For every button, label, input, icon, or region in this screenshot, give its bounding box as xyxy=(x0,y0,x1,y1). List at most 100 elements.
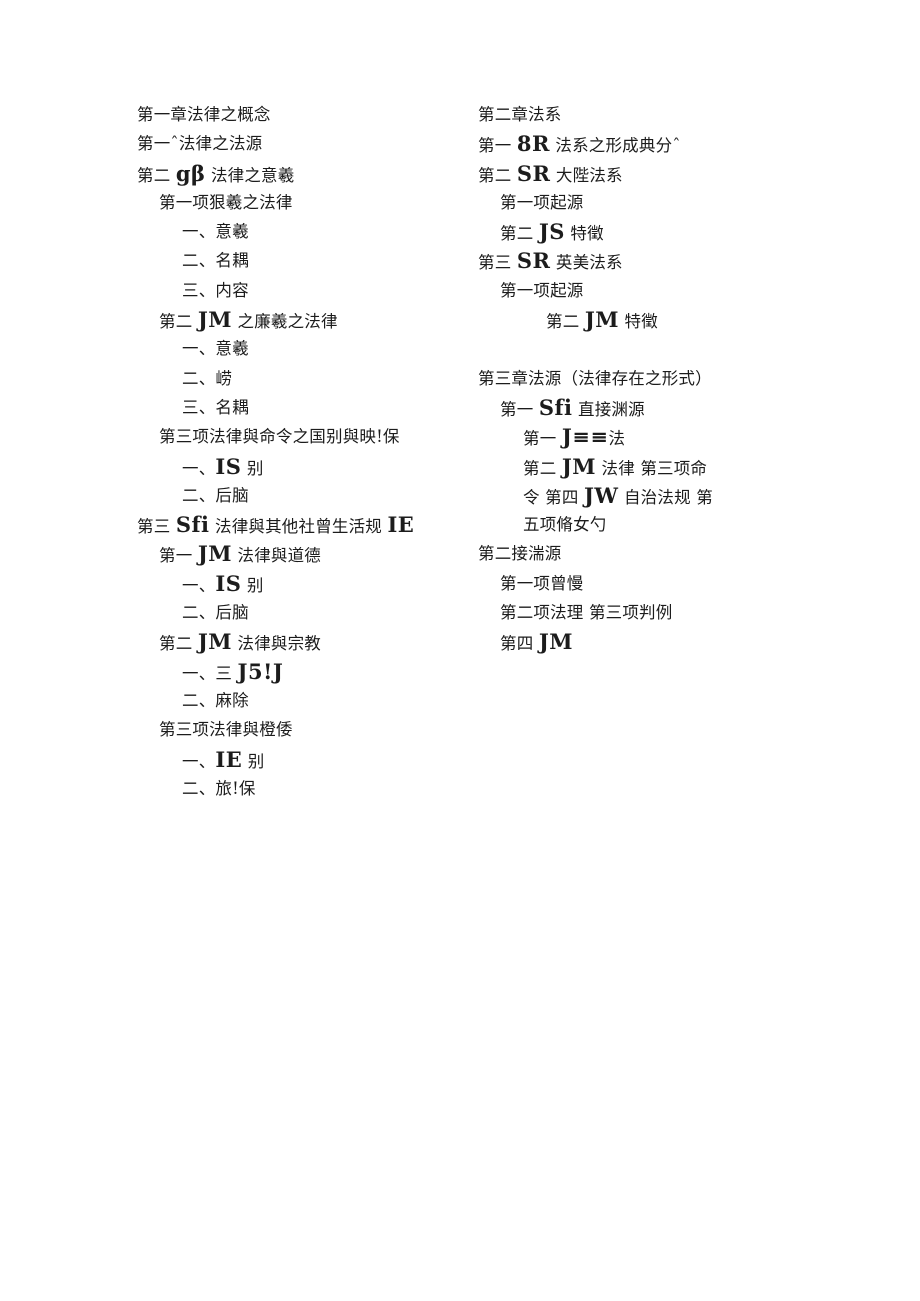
toc-line: 第二 SR 大陛法系 xyxy=(478,159,808,188)
toc-line: 二、名耦 xyxy=(137,246,467,275)
toc-line-prefix: 第一 xyxy=(523,429,562,449)
toc-line: 三、名耦 xyxy=(137,393,467,422)
toc-line: 五项脩女勺 xyxy=(478,510,808,539)
toc-line-text: 第三章法源（法律存在之形式） xyxy=(478,368,712,388)
toc-line-suffix: 法律與其他社曾生活规 xyxy=(209,517,388,537)
toc-line: 三、内容 xyxy=(137,276,467,305)
toc-line-suffix: 特徵 xyxy=(564,224,604,244)
toc-line-prefix: 第二 xyxy=(478,165,517,185)
toc-line-emphasis: JM xyxy=(538,629,574,655)
toc-line-text: 三、名耦 xyxy=(182,397,249,417)
toc-line-emphasis-2: IE xyxy=(387,512,415,538)
toc-line-text: 第二项法理 第三项判例 xyxy=(500,603,673,623)
toc-line: 二、麻除 xyxy=(137,686,467,715)
toc-line-text: 二、崂 xyxy=(182,368,233,388)
toc-line-emphasis: JM xyxy=(561,453,597,479)
toc-line-suffix: 法律之意羲 xyxy=(205,165,295,185)
toc-line-text: 一、意羲 xyxy=(182,222,249,242)
document-page: 第一章法律之概念 第一ˆ法律之法源 第二 gβ 法律之意羲 第一项狠羲之法律 一、意羲二… xyxy=(0,0,920,1301)
toc-line: 第三 SR 英美法系 xyxy=(478,246,808,275)
toc-line-suffix: 法律與宗教 xyxy=(232,634,321,654)
toc-line-emphasis: Sfi xyxy=(538,394,573,420)
toc-line: 第一 JM 法律與道德 xyxy=(137,539,467,568)
toc-line: 第二 JM 法律與宗教 xyxy=(137,627,467,656)
toc-line: 第二 gβ 法律之意羲 xyxy=(137,159,467,188)
toc-line: 第一 J≡≡法 xyxy=(478,422,808,451)
toc-line-prefix: 第四 xyxy=(500,634,539,654)
toc-line-emphasis: IE xyxy=(215,746,243,772)
toc-line-prefix: 第一 xyxy=(159,546,198,566)
toc-line-emphasis: JM xyxy=(197,307,233,333)
toc-line-text: 一、意羲 xyxy=(182,339,249,359)
toc-line-emphasis: 8R xyxy=(516,131,550,157)
toc-line-emphasis: SR xyxy=(516,248,551,274)
toc-line-text: 第一项起源 xyxy=(500,280,584,300)
toc-line-suffix: 特徵 xyxy=(619,312,658,332)
toc-line: 第三项法律與命令之国别與映!保 xyxy=(137,422,467,451)
toc-line-text: 二、后脑 xyxy=(182,603,249,623)
toc-line: 第一项狠羲之法律 xyxy=(137,188,467,217)
toc-line: 二、旅!保 xyxy=(137,774,467,803)
toc-line-suffix: 大陛法系 xyxy=(550,165,623,185)
toc-line: 令 第四 JW 自治法规 第 xyxy=(478,481,808,510)
toc-line: 第四 JM xyxy=(478,627,808,656)
toc-line-prefix: 一、 xyxy=(182,751,216,771)
toc-line-text: 第一ˆ法律之法源 xyxy=(137,134,263,154)
toc-line-emphasis: J≡≡ xyxy=(561,424,609,450)
toc-line-suffix: 别 xyxy=(241,458,264,478)
toc-line-emphasis: J5!J xyxy=(237,658,284,684)
toc-line-suffix: 直接渊源 xyxy=(572,399,645,419)
toc-line-text: 二、名耦 xyxy=(182,251,249,271)
toc-line-text: 第一项狠羲之法律 xyxy=(159,192,293,212)
toc-line: 第三 Sfi 法律與其他社曾生活规 IE xyxy=(137,510,467,539)
toc-line-emphasis: JW xyxy=(584,482,619,508)
toc-line-emphasis: IS xyxy=(215,570,242,596)
toc-line-suffix: 别 xyxy=(241,575,264,595)
toc-line-text: 第一项曾慢 xyxy=(500,573,584,593)
toc-line-text: 五项脩女勺 xyxy=(523,515,607,535)
toc-line-prefix: 第三 xyxy=(137,517,176,537)
toc-line-emphasis: JM xyxy=(197,629,233,655)
toc-line: 一、意羲 xyxy=(137,217,467,246)
toc-column-right: 第二章法系 第一 8R 法系之形成典分ˆ 第二 SR 大陛法系 第一项起源 第二 JS … xyxy=(478,100,808,657)
toc-line-prefix: 第一 xyxy=(478,136,517,156)
toc-line-emphasis: SR xyxy=(516,160,551,186)
toc-line-suffix: 法系之形成典分ˆ xyxy=(549,136,681,156)
toc-line-prefix: 第二 xyxy=(137,165,176,185)
toc-line-emphasis: JM xyxy=(584,307,620,333)
toc-line: 第一项起源 xyxy=(478,188,808,217)
toc-line-suffix: 法律 第三项命 xyxy=(596,458,708,478)
toc-line-prefix: 第二 xyxy=(500,224,539,244)
toc-line-suffix: 别 xyxy=(242,751,265,771)
toc-line-prefix: 令 第四 xyxy=(523,487,584,507)
toc-line-prefix: 一、 xyxy=(182,575,216,595)
toc-line: 一、IE 别 xyxy=(137,745,467,774)
toc-line-emphasis: Sfi xyxy=(175,512,210,538)
toc-line-suffix: 法 xyxy=(608,429,626,449)
toc-line: 第二项法理 第三项判例 xyxy=(478,598,808,627)
toc-line: 第一项起源 xyxy=(478,276,808,305)
toc-line-prefix: 第二 xyxy=(159,312,198,332)
toc-line-emphasis: JS xyxy=(538,219,565,245)
toc-line: 第二 JM 法律 第三项命 xyxy=(478,452,808,481)
toc-line: 一、IS 别 xyxy=(137,569,467,598)
toc-line: 第二 JM 之廉羲之法律 xyxy=(137,305,467,334)
toc-line-prefix: 第二 xyxy=(523,458,562,478)
toc-line-emphasis: JM xyxy=(197,541,233,567)
toc-line: 二、崂 xyxy=(137,364,467,393)
toc-line-prefix: 一、三 xyxy=(182,663,238,683)
toc-line-prefix: 第三 xyxy=(478,253,517,273)
toc-line: 第二接湍源 xyxy=(478,539,808,568)
toc-line-text: 第三项法律與橙倭 xyxy=(159,720,293,740)
toc-line: 二、后脑 xyxy=(137,481,467,510)
toc-line-suffix: 英美法系 xyxy=(550,253,623,273)
toc-line-text: 第一章法律之概念 xyxy=(137,105,271,124)
toc-line-text: 二、旅!保 xyxy=(182,778,256,798)
toc-line: 第一项曾慢 xyxy=(478,569,808,598)
toc-line: 第一ˆ法律之法源 xyxy=(137,129,467,158)
toc-line-suffix: 自治法规 第 xyxy=(618,487,713,507)
toc-line-text: 二、麻除 xyxy=(182,690,249,710)
toc-line: 第一章法律之概念 xyxy=(137,100,467,129)
toc-line: 一、意羲 xyxy=(137,334,467,363)
toc-line: 第二 JM 特徵 xyxy=(478,305,808,334)
